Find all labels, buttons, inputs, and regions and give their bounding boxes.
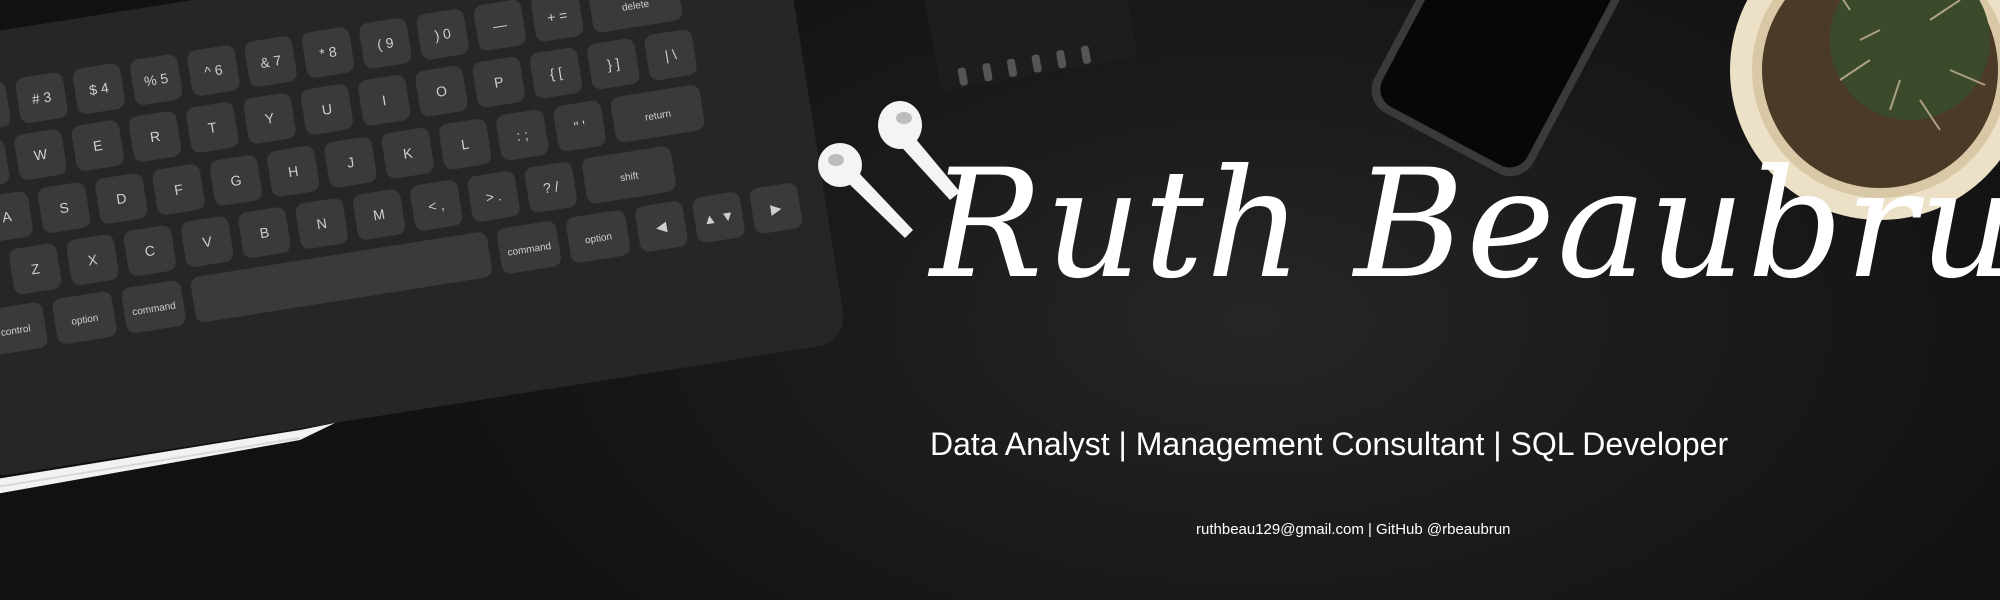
- keyboard-key-label: } ]: [606, 55, 621, 73]
- keyboard-key-label: " ': [573, 117, 587, 135]
- profile-tagline: Data Analyst | Management Consultant | S…: [930, 426, 1729, 462]
- profile-contact: ruthbeau129@gmail.com | GitHub @rbeaubru…: [1196, 521, 1511, 538]
- keyboard-key-label: ? /: [542, 178, 560, 196]
- keyboard-key-label: ) 0: [433, 25, 452, 43]
- keyboard-key-label: * 8: [318, 43, 338, 62]
- keyboard-key-label: # 3: [31, 88, 53, 107]
- keyboard-key-label: & 7: [259, 52, 282, 71]
- profile-name: Ruth Beaubrun: [930, 138, 2000, 312]
- keyboard-key-label: { [: [549, 64, 564, 82]
- keyboard-key-label: + =: [546, 7, 569, 26]
- keyboard-key-label: $ 4: [88, 79, 110, 98]
- profile-banner: @ 2# 3$ 4% 5^ 6& 7* 8( 9) 0—+ =deleteQWE…: [0, 0, 2000, 600]
- keyboard-key-label: > .: [484, 187, 502, 205]
- keyboard-key-label: M: [372, 206, 386, 224]
- keyboard-key-label: < ,: [427, 196, 445, 214]
- keyboard: @ 2# 3$ 4% 5^ 6& 7* 8( 9) 0—+ =deleteQWE…: [0, 0, 844, 476]
- keyboard-key-label: —: [492, 16, 508, 34]
- keyboard-key-label: : ;: [515, 126, 529, 144]
- keyboard-key-label: ( 9: [376, 34, 395, 52]
- keyboard-key-label: ^ 6: [203, 61, 224, 80]
- notebook: [922, 0, 1138, 91]
